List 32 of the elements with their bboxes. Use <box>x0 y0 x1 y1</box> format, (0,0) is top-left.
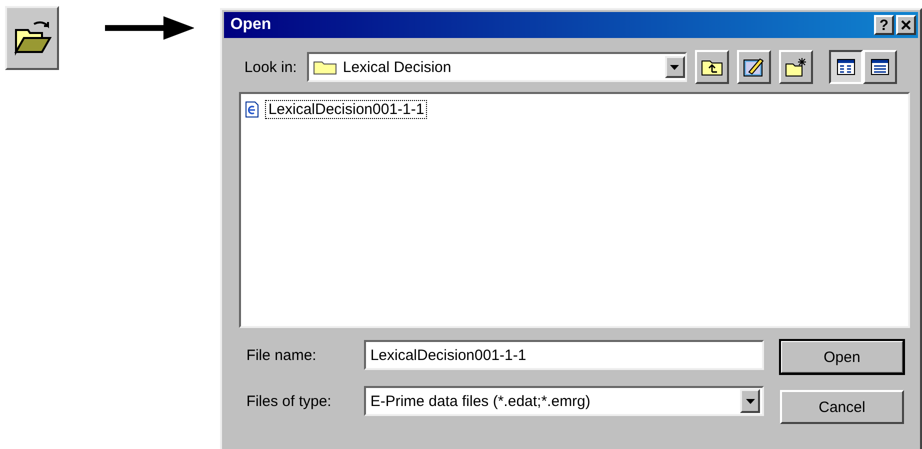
look-in-dropdown[interactable]: Lexical Decision <box>306 52 687 82</box>
folder-icon <box>312 59 337 75</box>
file-name-field[interactable]: LexicalDecision001-1-1 <box>364 340 764 370</box>
close-button[interactable] <box>896 15 916 35</box>
file-type-dropdown[interactable]: E-Prime data files (*.edat;*.emrg) <box>364 386 764 416</box>
dropdown-button[interactable] <box>740 389 760 413</box>
file-type-label: Files of type: <box>246 392 332 410</box>
cancel-button[interactable]: Cancel <box>780 390 904 424</box>
caret-icon <box>746 398 755 404</box>
file-name-label: File name: <box>246 346 318 364</box>
open-folder-button[interactable] <box>5 6 59 70</box>
file-item[interactable]: LexicalDecision001-1-1 <box>265 100 428 119</box>
up-folder-icon <box>700 58 723 76</box>
dropdown-button[interactable] <box>664 56 685 78</box>
list-view-button[interactable] <box>828 50 863 84</box>
new-folder-button[interactable] <box>778 50 813 84</box>
new-folder-icon <box>784 57 807 77</box>
pencil-folder-icon <box>742 57 765 77</box>
details-view-button[interactable] <box>862 50 897 84</box>
arrow-icon <box>104 16 194 40</box>
list-view-icon <box>836 59 855 75</box>
details-view-icon <box>870 59 889 75</box>
favorites-button[interactable] <box>736 50 771 84</box>
close-icon <box>900 20 911 30</box>
caret-icon <box>670 64 680 70</box>
up-folder-button[interactable] <box>694 50 729 84</box>
open-button[interactable]: Open <box>780 340 904 374</box>
look-in-label: Look in: <box>244 58 297 76</box>
look-in-value: Lexical Decision <box>342 58 452 76</box>
window-title: Open <box>230 16 272 34</box>
document-icon <box>245 101 260 118</box>
help-button[interactable]: ? <box>874 15 894 35</box>
